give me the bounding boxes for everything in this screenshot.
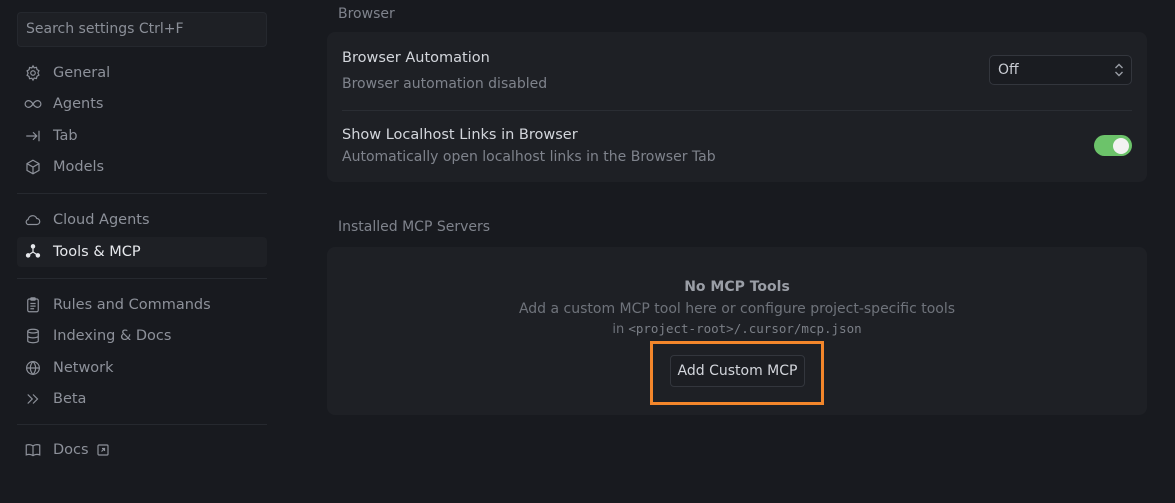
double-chevron-right-icon (23, 389, 43, 409)
sidebar-item-models[interactable]: Models (17, 152, 267, 182)
sidebar-item-agents[interactable]: Agents (17, 89, 267, 119)
sidebar-item-indexing-docs[interactable]: Indexing & Docs (17, 321, 267, 351)
localhost-links-title: Show Localhost Links in Browser (342, 127, 578, 143)
row-divider (342, 110, 1132, 111)
arrow-right-bar-icon (23, 126, 43, 146)
external-link-icon (96, 444, 109, 456)
sidebar-item-tools-mcp[interactable]: Tools & MCP (17, 237, 267, 267)
globe-icon (23, 358, 43, 378)
sidebar-item-general[interactable]: General (17, 58, 267, 88)
add-custom-mcp-button[interactable]: Add Custom MCP (670, 355, 805, 387)
cube-icon (23, 157, 43, 177)
empty-state-path: in <project-root>/.cursor/mcp.json (327, 321, 1147, 337)
tools-icon (23, 242, 43, 262)
section-title-browser: Browser (338, 6, 395, 22)
browser-automation-title: Browser Automation (342, 50, 490, 66)
localhost-links-subtitle: Automatically open localhost links in th… (342, 149, 716, 165)
sidebar-divider (17, 424, 267, 425)
browser-settings-card: Browser Automation Browser automation di… (327, 32, 1147, 182)
empty-state-description: Add a custom MCP tool here or configure … (518, 301, 956, 317)
sidebar-item-label: Beta (53, 391, 87, 407)
book-icon (23, 440, 43, 460)
path-prefix: in (612, 322, 625, 337)
toggle-knob (1113, 137, 1129, 154)
gear-icon (23, 63, 43, 83)
browser-automation-select[interactable]: Off (989, 55, 1132, 85)
sidebar-item-rules-commands[interactable]: Rules and Commands (17, 290, 267, 320)
sidebar-item-tab[interactable]: Tab (17, 121, 267, 151)
settings-window: Search settings Ctrl+F General Agents Ta… (0, 0, 1175, 503)
clipboard-icon (23, 295, 43, 315)
sidebar-item-label: Rules and Commands (53, 297, 211, 313)
search-input[interactable]: Search settings Ctrl+F (17, 12, 267, 47)
sidebar-item-cloud-agents[interactable]: Cloud Agents (17, 205, 267, 235)
sidebar-item-label: Models (53, 159, 105, 175)
cloud-icon (23, 210, 43, 230)
sidebar-item-label: Network (53, 360, 114, 376)
empty-state-title: No MCP Tools (684, 279, 790, 295)
database-icon (23, 326, 43, 346)
section-title-mcp: Installed MCP Servers (338, 219, 491, 235)
mcp-config-path: <project-root>/.cursor/mcp.json (628, 321, 862, 336)
sidebar-item-label: Cloud Agents (53, 212, 150, 228)
localhost-links-toggle[interactable] (1094, 135, 1132, 156)
sidebar-item-label: Docs (53, 442, 89, 458)
select-value: Off (998, 62, 1019, 78)
sidebar-item-label: General (53, 65, 111, 81)
sidebar-item-label: Indexing & Docs (53, 328, 172, 344)
sidebar-item-beta[interactable]: Beta (17, 384, 267, 414)
sidebar-divider (17, 278, 267, 279)
sidebar-item-docs[interactable]: Docs (17, 435, 267, 465)
infinity-icon (23, 94, 43, 114)
sidebar-item-label: Agents (53, 96, 104, 112)
sidebar-divider (17, 193, 267, 194)
sidebar-item-network[interactable]: Network (17, 353, 267, 383)
sidebar-item-label: Tools & MCP (53, 244, 141, 260)
sidebar-item-label: Tab (53, 128, 78, 144)
settings-sidebar: Search settings Ctrl+F General Agents Ta… (0, 0, 280, 503)
browser-automation-subtitle: Browser automation disabled (342, 76, 548, 92)
chevron-up-down-icon (1115, 63, 1123, 77)
